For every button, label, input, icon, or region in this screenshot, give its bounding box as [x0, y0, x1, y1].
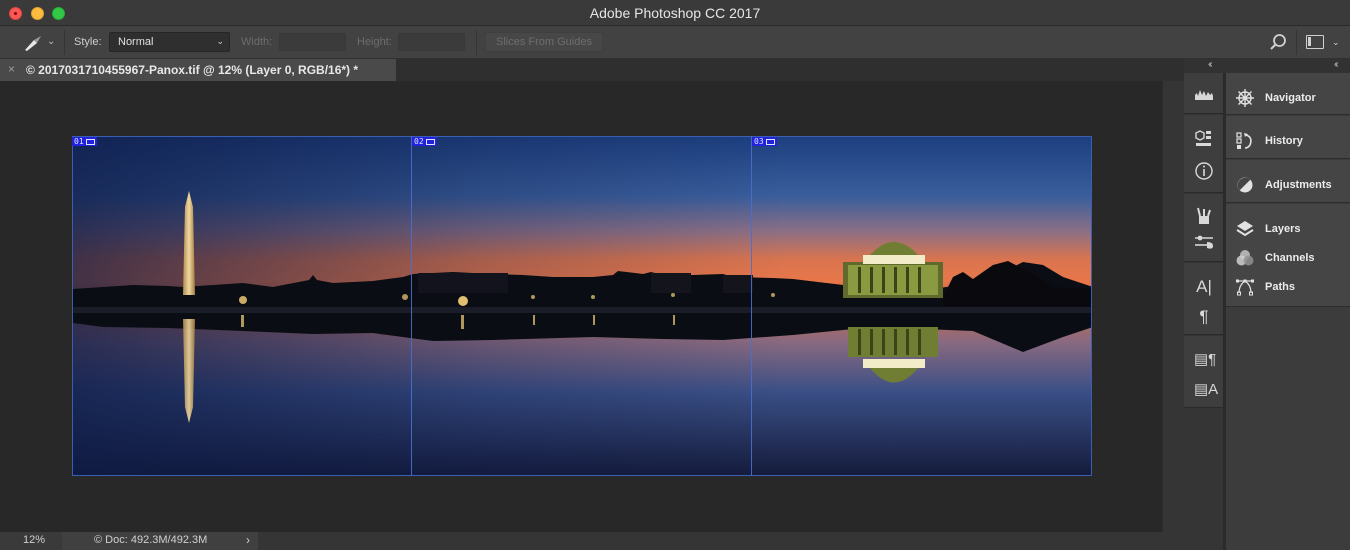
- divider: [64, 30, 65, 55]
- style-select[interactable]: Normal ⌄: [109, 32, 230, 52]
- slice-label-01[interactable]: 01: [72, 137, 97, 146]
- panel-tab-paths[interactable]: Paths: [1234, 277, 1295, 297]
- document-tab[interactable]: × © 20170317104559​67-Panox.tif @ 12% (L…: [0, 59, 396, 81]
- panel-group: History: [1226, 116, 1350, 159]
- tool-preset-chevron-icon[interactable]: ⌄: [47, 36, 55, 47]
- panel-label: Channels: [1265, 252, 1315, 264]
- divider: [1296, 30, 1297, 55]
- workspace-icon[interactable]: [1306, 35, 1324, 49]
- slice-boundary[interactable]: [751, 136, 752, 476]
- panel-label: Adjustments: [1265, 179, 1332, 191]
- panel-label: Navigator: [1265, 92, 1316, 104]
- panel-group: Layers Channels Paths: [1226, 204, 1350, 307]
- slice-label-02[interactable]: 02: [412, 137, 437, 146]
- chevron-down-icon: ⌄: [216, 36, 224, 46]
- slice-boundary[interactable]: [411, 136, 412, 476]
- paragraph-styles-icon[interactable]: ▤¶: [1194, 350, 1216, 370]
- width-label: Width:: [241, 36, 273, 48]
- style-label: Style:: [74, 36, 102, 48]
- width-input[interactable]: [279, 33, 346, 51]
- panel-tab-navigator[interactable]: Navigator: [1234, 88, 1316, 108]
- panel-label: Layers: [1265, 223, 1301, 235]
- panel-label: History: [1265, 135, 1303, 147]
- layers-icon: [1236, 221, 1254, 237]
- status-bar: 12% © Doc: 492.3M/492.3M ›: [0, 532, 1184, 550]
- panel-group: Navigator: [1226, 73, 1350, 115]
- workspace-chevron-icon[interactable]: ⌄: [1332, 37, 1340, 48]
- search-icon[interactable]: [1269, 33, 1287, 51]
- panel-column: Navigator History Adjustments Layers Cha…: [1226, 73, 1350, 550]
- panorama-photo: [73, 137, 1091, 475]
- zoom-level-field[interactable]: 12%: [0, 532, 62, 550]
- height-input[interactable]: [398, 33, 465, 51]
- style-select-value: Normal: [118, 36, 154, 48]
- dock-header: ‹‹ ‹‹: [1184, 59, 1350, 73]
- panel-group: Adjustments: [1226, 160, 1350, 203]
- right-panel-dock: ‹‹ ‹‹ A| ¶ ▤¶ ▤A Navigator History Adjus…: [1184, 59, 1350, 550]
- channels-icon: [1236, 250, 1254, 266]
- slice-number: 02: [414, 137, 424, 146]
- slice-number: 03: [754, 137, 764, 146]
- slice-tool-icon[interactable]: [22, 34, 42, 52]
- character-styles-icon[interactable]: ▤A: [1194, 380, 1218, 400]
- slice-image-icon: [425, 138, 435, 145]
- icon-group: [1184, 115, 1223, 193]
- options-bar: ⌄ Style: Normal ⌄ Width: Height: Slices …: [0, 26, 1350, 59]
- panel-label: Paths: [1265, 281, 1295, 293]
- character-icon[interactable]: A|: [1194, 277, 1214, 297]
- slice-number: 01: [74, 137, 84, 146]
- panel-icon-column: A| ¶ ▤¶ ▤A: [1184, 73, 1224, 550]
- vertical-scrollbar[interactable]: [1162, 81, 1184, 532]
- document-info: © Doc: 492.3M/492.3M: [62, 532, 258, 550]
- document-tab-bar: × © 20170317104559​67-Panox.tif @ 12% (L…: [0, 59, 1184, 81]
- navigator-icon: [1236, 89, 1254, 107]
- panel-tab-layers[interactable]: Layers: [1234, 219, 1300, 239]
- icon-group: ▤¶ ▤A: [1184, 336, 1223, 408]
- brush-settings-icon[interactable]: [1194, 232, 1214, 252]
- brushes-icon[interactable]: [1194, 206, 1214, 226]
- slice-image-icon: [85, 138, 95, 145]
- panel-tab-history[interactable]: History: [1234, 131, 1303, 151]
- properties-icon[interactable]: [1194, 129, 1214, 149]
- collapse-panels-button[interactable]: ‹‹: [1334, 59, 1338, 70]
- document-image[interactable]: [72, 136, 1092, 476]
- slice-image-icon: [765, 138, 775, 145]
- slices-from-guides-button[interactable]: Slices From Guides: [485, 32, 603, 52]
- panel-tab-adjustments[interactable]: Adjustments: [1234, 175, 1332, 195]
- panel-tab-channels[interactable]: Channels: [1234, 248, 1315, 268]
- collapse-icons-button[interactable]: ‹‹: [1208, 59, 1212, 70]
- divider: [476, 30, 477, 55]
- chevron-right-icon[interactable]: ›: [246, 533, 250, 547]
- adjustments-icon: [1237, 177, 1253, 193]
- document-tab-title: © 20170317104559​67-Panox.tif @ 12% (Lay…: [26, 63, 359, 77]
- paragraph-icon[interactable]: ¶: [1194, 307, 1214, 327]
- icon-group: [1184, 194, 1223, 262]
- height-label: Height:: [357, 36, 392, 48]
- icon-group: A| ¶: [1184, 263, 1223, 335]
- info-icon[interactable]: [1194, 161, 1214, 181]
- paths-icon: [1236, 279, 1254, 296]
- icon-group: [1184, 73, 1223, 114]
- close-tab-icon[interactable]: ×: [8, 62, 15, 76]
- histogram-icon[interactable]: [1194, 84, 1214, 104]
- history-icon: [1236, 132, 1252, 149]
- app-title: Adobe Photoshop CC 2017: [589, 5, 761, 21]
- slice-label-03[interactable]: 03: [752, 137, 777, 146]
- title-bar: Adobe Photoshop CC 2017: [0, 0, 1350, 26]
